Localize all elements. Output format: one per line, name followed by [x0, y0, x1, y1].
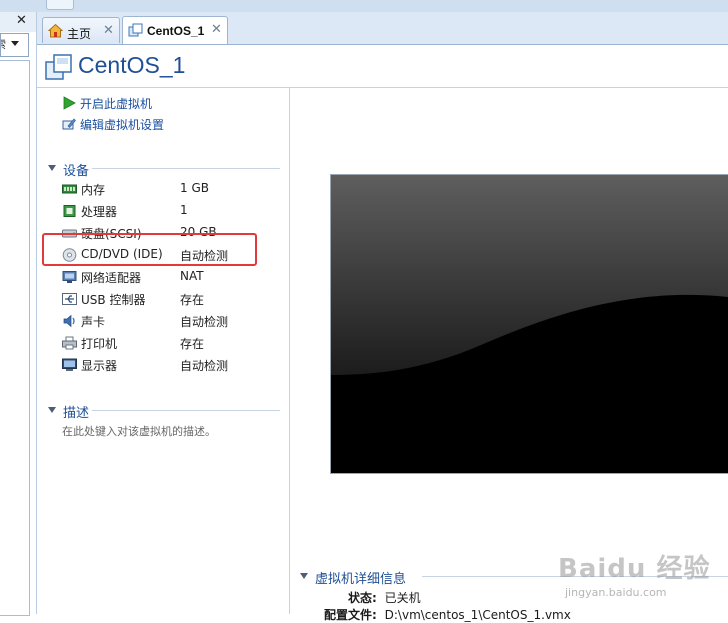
device-name: 显示器 — [81, 359, 118, 373]
device-value: 存在 — [180, 293, 205, 307]
device-value: 自动检测 — [180, 315, 229, 329]
collapse-triangle-icon[interactable] — [300, 573, 308, 579]
device-value: NAT — [180, 269, 204, 283]
device-value: 1 GB — [180, 181, 209, 195]
chevron-down-icon[interactable] — [11, 41, 19, 46]
device-name: 声卡 — [81, 315, 106, 329]
detail-config-row: 配置文件: D:\vm\centos_1\CentOS_1.vmx — [324, 606, 571, 623]
device-name: 网络适配器 — [81, 271, 142, 285]
device-row-usb[interactable]: USB 控制器 存在 — [62, 289, 262, 309]
tab-centos[interactable]: CentOS_1 ✕ — [122, 16, 228, 44]
network-adapter-icon — [62, 271, 77, 283]
device-row-processor[interactable]: 处理器 1 — [62, 201, 262, 221]
usb-icon — [62, 293, 77, 305]
devices-section-header[interactable]: 设备 — [48, 160, 280, 179]
device-name: USB 控制器 — [81, 293, 146, 307]
collapse-triangle-icon[interactable] — [48, 165, 56, 171]
device-value: 自动检测 — [180, 359, 229, 373]
collapse-triangle-icon[interactable] — [48, 407, 56, 413]
detail-state-value: 已关机 — [384, 591, 421, 605]
vm-details-heading: 虚拟机详细信息 — [315, 572, 407, 587]
tab-centos-label: CentOS_1 — [147, 24, 205, 38]
device-row-printer[interactable]: 打印机 存在 — [62, 333, 262, 353]
play-icon — [63, 96, 76, 110]
section-divider — [92, 168, 280, 169]
edit-settings-icon — [62, 118, 76, 130]
tab-home-label: 主页 — [67, 27, 92, 41]
device-name: 打印机 — [81, 337, 118, 351]
annotation-highlight-box — [42, 233, 257, 266]
memory-icon — [62, 184, 77, 194]
detail-state-row: 状态: 已关机 — [348, 589, 421, 606]
tab-home[interactable]: 主页 ✕ — [42, 17, 120, 43]
device-row-network-adapter[interactable]: 网络适配器 NAT — [62, 267, 262, 287]
description-heading: 描述 — [63, 406, 90, 421]
home-icon — [48, 23, 63, 38]
sound-card-icon — [63, 314, 75, 328]
tab-centos-close-icon[interactable]: ✕ — [211, 22, 222, 37]
tab-home-close-icon[interactable]: ✕ — [103, 23, 114, 38]
watermark-url: jingyan.baidu.com — [565, 586, 667, 599]
detail-state-label: 状态: — [348, 591, 377, 605]
devices-heading: 设备 — [63, 164, 90, 179]
vm-title-icon — [45, 54, 72, 80]
device-value: 1 — [180, 203, 188, 217]
library-close-icon[interactable]: ✕ — [16, 13, 27, 28]
processor-icon — [63, 205, 76, 217]
device-row-sound-card[interactable]: 声卡 自动检测 — [62, 311, 262, 331]
library-search-text: 索 — [1, 38, 6, 51]
library-tree[interactable] — [0, 60, 30, 616]
description-section-header[interactable]: 描述 — [48, 402, 280, 421]
detail-config-value: D:\vm\centos_1\CentOS_1.vmx — [384, 608, 571, 622]
page-title: CentOS_1 — [78, 52, 186, 78]
preview-gloss — [331, 175, 728, 473]
device-row-display[interactable]: 显示器 自动检测 — [62, 355, 262, 375]
description-field[interactable]: 在此处键入对该虚拟机的描述。 — [62, 423, 216, 439]
vm-icon — [128, 23, 143, 37]
vm-preview-screen[interactable] — [331, 175, 728, 473]
display-icon — [62, 358, 77, 371]
device-row-memory[interactable]: 内存 1 GB — [62, 179, 262, 199]
watermark-logo: Baidu 经验 — [558, 554, 711, 584]
printer-icon — [62, 336, 77, 350]
device-value: 存在 — [180, 337, 205, 351]
power-on-label: 开启此虚拟机 — [80, 97, 153, 111]
device-name: 处理器 — [81, 205, 118, 219]
edit-settings-label: 编辑虚拟机设置 — [80, 118, 165, 132]
detail-config-label: 配置文件: — [324, 608, 377, 622]
toolbar-button[interactable] — [46, 0, 74, 10]
section-divider — [92, 410, 280, 411]
device-name: 内存 — [81, 183, 106, 197]
